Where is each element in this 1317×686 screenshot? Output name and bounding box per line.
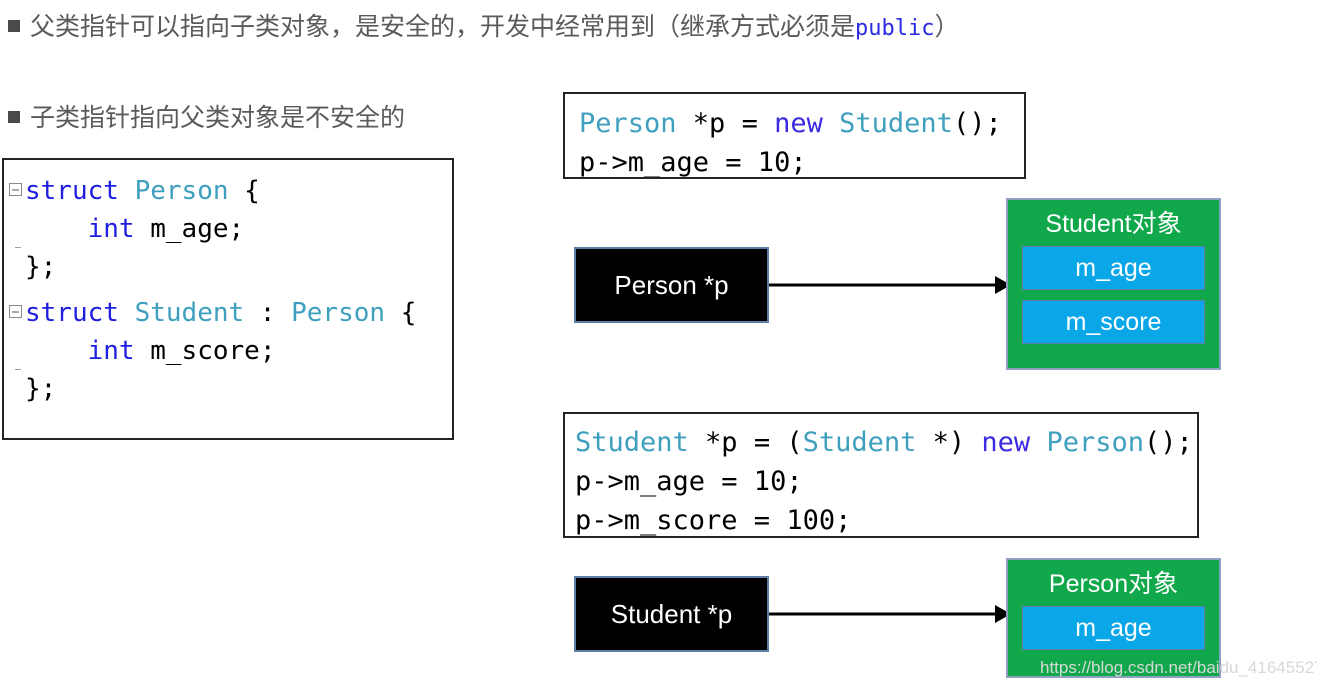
code-box-upcast: Person *p = new Student(); p->m_age = 10…: [563, 92, 1026, 179]
code-downcast-line-3: p->m_score = 100;: [575, 505, 852, 536]
struct-student-close-row: };: [4, 369, 452, 408]
token-keyword: int: [87, 336, 135, 366]
code-downcast-line-2: p->m_age = 10;: [575, 466, 803, 497]
struct-person-header: struct Person {: [25, 172, 260, 210]
arrow-person-to-student-icon: [769, 276, 1011, 294]
token-colon: :: [244, 298, 292, 328]
struct-student-body-row: int m_score;: [4, 332, 452, 370]
code-box-upcast-body: Person *p = new Student(); p->m_age = 10…: [565, 94, 1024, 178]
struct-code-body: struct Person { int m_age; }; struct Stu…: [4, 160, 452, 408]
struct-person-close-row: };: [4, 247, 452, 286]
struct-person-body-row: int m_age;: [4, 210, 452, 248]
pointer-box-person: Person *p: [574, 247, 769, 323]
bullet-line-1-text: 父类指针可以指向子类对象，是安全的，开发中经常用到（继承方式必须是public）: [30, 12, 960, 44]
token-brace: {: [385, 298, 417, 328]
square-bullet-icon: [8, 111, 20, 123]
struct-person-body: int m_age;: [25, 210, 245, 248]
pointer-box-person-label: Person *p: [614, 269, 729, 300]
bullet-1-text-after: ）: [934, 13, 960, 41]
struct-student-body: int m_score;: [25, 332, 276, 370]
code-box-downcast: Student *p = (Student *) new Person(); p…: [563, 412, 1199, 538]
struct-group-student: struct Student : Person { int m_score; }…: [4, 294, 452, 408]
struct-person-header-row: struct Person {: [4, 172, 452, 210]
token-new-keyword: new: [981, 427, 1031, 458]
token-new-keyword: new: [774, 108, 823, 139]
struct-group-person: struct Person { int m_age; };: [4, 172, 452, 286]
object-member-m-age: m_age: [1022, 246, 1205, 290]
arrow-student-to-person-icon: [769, 605, 1011, 623]
square-bullet-icon: [8, 20, 20, 32]
object-box-person-title: Person对象: [1048, 570, 1179, 598]
token-keyword: int: [87, 214, 135, 244]
token-type: Person: [134, 176, 229, 206]
bullet-1-code-token: public: [855, 16, 935, 41]
code-upcast-line-1: Person *p = new Student();: [579, 104, 1024, 143]
struct-person-close: };: [25, 252, 57, 282]
bullet-2-text-before: 子类指针指向父类对象是不安全的: [30, 104, 406, 132]
bullet-1-text-before: 父类指针可以指向子类对象，是安全的，开发中经常用到（继承方式必须是: [30, 13, 856, 41]
bullet-line-1: 父类指针可以指向子类对象，是安全的，开发中经常用到（继承方式必须是public）: [8, 12, 960, 44]
token-type: Student: [575, 427, 689, 458]
token-type: Person: [1046, 427, 1145, 458]
bullet-line-2: 子类指针指向父类对象是不安全的: [8, 103, 405, 133]
token-type: Student: [839, 108, 953, 139]
struct-student-header: struct Student : Person {: [25, 294, 416, 332]
object-box-student: Student对象 m_age m_score: [1006, 198, 1221, 370]
code-downcast-line-1: Student *p = (Student *) new Person();: [575, 423, 1197, 462]
code-box-downcast-body: Student *p = (Student *) new Person(); p…: [565, 414, 1197, 536]
bullet-line-2-text: 子类指针指向父类对象是不安全的: [30, 103, 405, 133]
token-base-type: Person: [291, 298, 386, 328]
object-box-student-title: Student对象: [1045, 210, 1182, 238]
collapse-minus-icon[interactable]: [9, 305, 22, 318]
code-upcast-line-2: p->m_age = 10;: [579, 147, 807, 178]
token-decl: *p =: [676, 108, 775, 139]
token-cast-type: Student: [802, 427, 917, 458]
token-member: m_score;: [134, 336, 276, 366]
struct-student-close: };: [25, 374, 57, 404]
token-type: Person: [579, 108, 677, 139]
token-call: ();: [1144, 427, 1193, 458]
token-brace: {: [228, 176, 260, 206]
watermark-text: https://blog.csdn.net/baidu_41645527: [1040, 658, 1317, 677]
struct-definition-code-box: struct Person { int m_age; }; struct Stu…: [2, 158, 454, 440]
token-keyword: struct: [25, 298, 119, 328]
token-cast-close: *): [916, 427, 982, 458]
token-decl: *p = (: [688, 427, 803, 458]
pointer-box-student-label: Student *p: [610, 598, 733, 629]
collapse-minus-icon[interactable]: [9, 183, 22, 196]
object-member-m-age: m_age: [1022, 606, 1205, 650]
object-member-m-score: m_score: [1022, 300, 1205, 344]
token-call: ();: [952, 108, 1002, 139]
token-type: Student: [134, 298, 245, 328]
token-keyword: struct: [25, 176, 119, 206]
pointer-box-student: Student *p: [574, 576, 769, 652]
struct-student-header-row: struct Student : Person {: [4, 294, 452, 332]
token-member: m_age;: [134, 214, 245, 244]
